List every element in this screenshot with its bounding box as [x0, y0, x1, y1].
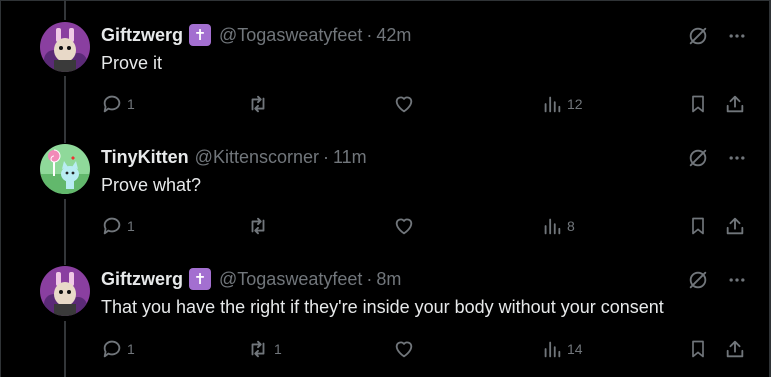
timestamp[interactable]: 42m — [376, 25, 411, 46]
share-button[interactable] — [724, 93, 746, 115]
reply-icon — [103, 217, 121, 235]
reply-icon — [103, 95, 121, 113]
bookmark-icon — [692, 340, 704, 358]
post-actions: 1 1 14 — [0, 338, 769, 360]
bookmark-button[interactable] — [688, 93, 708, 115]
views-button[interactable]: 8 — [541, 215, 575, 237]
display-name[interactable]: Giftzwerg — [101, 269, 183, 290]
reply-button[interactable]: 1 — [101, 93, 135, 115]
repost-count: 1 — [274, 341, 282, 357]
separator-dot: · — [323, 146, 329, 167]
avatar[interactable] — [40, 266, 90, 316]
post-top-icons — [687, 25, 747, 47]
bookmark-icon — [692, 217, 704, 235]
repost-button[interactable]: 1 — [246, 338, 282, 360]
repost-button[interactable] — [246, 93, 274, 115]
bookmark-button[interactable] — [688, 215, 708, 237]
grok-icon[interactable] — [687, 147, 709, 169]
grok-icon[interactable] — [687, 25, 709, 47]
reply-icon — [103, 340, 121, 358]
views-count: 12 — [567, 96, 583, 112]
repost-icon — [251, 340, 265, 358]
share-icon — [726, 95, 744, 113]
post-text: That you have the right if they're insid… — [101, 297, 664, 317]
views-icon — [544, 218, 561, 235]
like-button[interactable] — [393, 215, 419, 237]
post-text: Prove it — [101, 53, 163, 73]
avatar[interactable] — [40, 22, 90, 72]
post-top-icons — [687, 147, 747, 169]
views-icon — [544, 96, 561, 113]
more-icon[interactable] — [727, 26, 747, 46]
post-top-icons — [687, 269, 747, 291]
post[interactable]: Giftzwerg ✝ @Togasweatyfeet · 8m That yo… — [0, 244, 769, 377]
post[interactable]: Giftzwerg ✝ @Togasweatyfeet · 42m Prove … — [0, 0, 769, 122]
post-actions: 1 12 — [0, 93, 769, 115]
repost-icon — [251, 95, 265, 113]
share-button[interactable] — [724, 338, 746, 360]
display-name[interactable]: Giftzwerg — [101, 25, 183, 46]
reply-button[interactable]: 1 — [101, 215, 135, 237]
reply-thread: Giftzwerg ✝ @Togasweatyfeet · 42m Prove … — [0, 0, 771, 377]
avatar[interactable] — [40, 144, 90, 194]
user-handle[interactable]: @Togasweatyfeet — [219, 269, 362, 290]
views-button[interactable]: 14 — [541, 338, 583, 360]
views-count: 14 — [567, 341, 583, 357]
like-icon — [395, 341, 413, 358]
reply-button[interactable]: 1 — [101, 338, 135, 360]
like-button[interactable] — [393, 338, 419, 360]
bookmark-icon — [692, 95, 704, 113]
user-handle[interactable]: @Kittenscorner — [195, 147, 319, 168]
like-button[interactable] — [393, 93, 419, 115]
separator-dot: · — [366, 268, 373, 289]
post[interactable]: TinyKitten @Kittenscorner · 11m Prove wh… — [0, 122, 769, 244]
post-text: Prove what? — [101, 175, 202, 195]
repost-button[interactable] — [246, 215, 274, 237]
timestamp[interactable]: 8m — [376, 269, 401, 290]
like-icon — [395, 218, 413, 235]
post-header: Giftzwerg ✝ @Togasweatyfeet · 42m — [101, 24, 411, 46]
more-icon[interactable] — [727, 270, 747, 290]
grok-icon[interactable] — [687, 269, 709, 291]
post-header: TinyKitten @Kittenscorner · 11m — [101, 146, 367, 168]
reply-count: 1 — [127, 218, 135, 234]
reply-count: 1 — [127, 341, 135, 357]
share-icon — [726, 217, 744, 235]
separator-dot: · — [366, 24, 373, 45]
bookmark-button[interactable] — [688, 338, 708, 360]
timestamp[interactable]: 11m — [333, 147, 367, 168]
cross-badge-icon: ✝ — [189, 268, 212, 290]
display-name[interactable]: TinyKitten — [101, 147, 189, 168]
post-header: Giftzwerg ✝ @Togasweatyfeet · 8m — [101, 268, 401, 290]
cross-badge-icon: ✝ — [189, 24, 212, 46]
like-icon — [395, 96, 413, 113]
views-count: 8 — [567, 218, 575, 234]
share-icon — [726, 340, 744, 358]
reply-count: 1 — [127, 96, 135, 112]
repost-icon — [251, 217, 265, 235]
share-button[interactable] — [724, 215, 746, 237]
views-button[interactable]: 12 — [541, 93, 583, 115]
user-handle[interactable]: @Togasweatyfeet — [219, 25, 362, 46]
views-icon — [544, 341, 561, 358]
post-actions: 1 8 — [0, 215, 769, 237]
more-icon[interactable] — [727, 148, 747, 168]
